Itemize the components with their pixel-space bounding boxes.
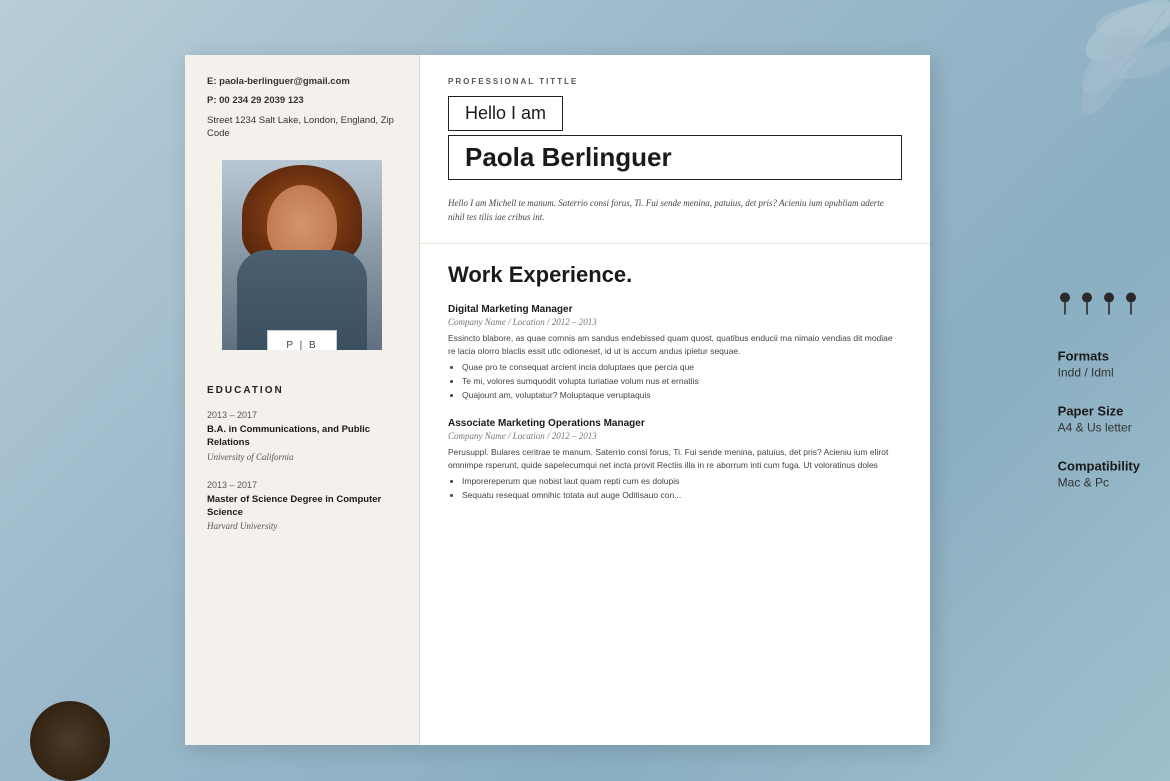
- compatibility-info: Compatibility Mac & Pc: [1058, 458, 1140, 489]
- bio-text: Hello I am Michell te manum. Saterrio co…: [448, 196, 902, 225]
- paper-size-label: Paper Size: [1058, 403, 1140, 418]
- hello-text: Hello I am: [448, 96, 563, 131]
- education-entry-2: 2013 – 2017 Master of Science Degree in …: [207, 480, 397, 532]
- edu-degree-2: Master of Science Degree in Computer Sci…: [207, 493, 397, 520]
- work-experience-title: Work Experience.: [448, 262, 902, 288]
- address-contact: Street 1234 Salt Lake, London, England, …: [207, 114, 397, 141]
- pushpin-1: [1058, 292, 1072, 314]
- resume-right-column: PROFESSIONAL TITTLE Hello I am Paola Ber…: [420, 55, 930, 745]
- resume-left-column: E: paola-berlinguer@gmail.com P: 00 234 …: [185, 55, 420, 745]
- job-title-2: Associate Marketing Operations Manager: [448, 418, 902, 429]
- formats-label: Formats: [1058, 348, 1140, 363]
- phone-label: P:: [207, 95, 217, 106]
- education-entry-1: 2013 – 2017 B.A. in Communications, and …: [207, 410, 397, 462]
- bullet-1-2: Te mi, volores sumquodit volupta turiati…: [462, 376, 902, 388]
- contact-section: E: paola-berlinguer@gmail.com P: 00 234 …: [207, 75, 397, 140]
- pushpin-4: [1124, 292, 1138, 314]
- work-experience-section: Work Experience. Digital Marketing Manag…: [420, 244, 930, 536]
- edu-university-2: Harvard University: [207, 521, 397, 531]
- education-section: EDUCATION 2013 – 2017 B.A. in Communicat…: [207, 385, 397, 531]
- compatibility-label: Compatibility: [1058, 458, 1140, 473]
- job-bullets-1: Quae pro te consequat arcient incia dolu…: [448, 362, 902, 402]
- photo-placeholder: [222, 160, 382, 350]
- pushpin-2: [1080, 292, 1094, 314]
- edu-years-1: 2013 – 2017: [207, 410, 397, 420]
- job-desc-2: Perusuppl. Bulares ceritrae te manum. Sa…: [448, 446, 902, 472]
- email-contact: E: paola-berlinguer@gmail.com: [207, 75, 397, 88]
- formats-value: Indd / Idml: [1058, 365, 1140, 379]
- email-value: paola-berlinguer@gmail.com: [219, 76, 350, 87]
- formats-info: Formats Indd / Idml: [1058, 348, 1140, 379]
- paper-size-value: A4 & Us letter: [1058, 420, 1140, 434]
- edu-years-2: 2013 – 2017: [207, 480, 397, 490]
- full-name: Paola Berlinguer: [448, 135, 902, 180]
- edu-degree-1: B.A. in Communications, and Public Relat…: [207, 423, 397, 450]
- professional-title-label: PROFESSIONAL TITTLE: [448, 77, 902, 86]
- bullet-2-1: Imporereperum que nobist laut quam repti…: [462, 476, 902, 488]
- job-meta-1: Company Name / Location / 2012 – 2013: [448, 317, 902, 327]
- initials-box: P | B: [267, 330, 337, 350]
- education-title: EDUCATION: [207, 385, 397, 396]
- profile-photo: P | B: [222, 160, 382, 350]
- pushpins-decoration: [1058, 292, 1140, 314]
- job-bullets-2: Imporereperum que nobist laut quam repti…: [448, 476, 902, 502]
- compatibility-value: Mac & Pc: [1058, 475, 1140, 489]
- right-info-panel: Formats Indd / Idml Paper Size A4 & Us l…: [1058, 292, 1140, 489]
- bottom-decoration: [30, 701, 110, 781]
- job-entry-1: Digital Marketing Manager Company Name /…: [448, 304, 902, 402]
- bullet-1-3: Quajount am, voluptatur? Moluptaque veru…: [462, 390, 902, 402]
- job-meta-2: Company Name / Location / 2012 – 2013: [448, 431, 902, 441]
- phone-contact: P: 00 234 29 2039 123: [207, 94, 397, 107]
- bullet-1-1: Quae pro te consequat arcient incia dolu…: [462, 362, 902, 374]
- leaves-decoration: [980, 0, 1170, 190]
- pushpin-3: [1102, 292, 1116, 314]
- resume-header-section: PROFESSIONAL TITTLE Hello I am Paola Ber…: [420, 55, 930, 244]
- job-entry-2: Associate Marketing Operations Manager C…: [448, 418, 902, 502]
- job-title-1: Digital Marketing Manager: [448, 304, 902, 315]
- name-section: Hello I am Paola Berlinguer: [448, 96, 902, 180]
- paper-size-info: Paper Size A4 & Us letter: [1058, 403, 1140, 434]
- bullet-2-2: Sequatu resequat omnihic totata aut auge…: [462, 490, 902, 502]
- edu-university-1: University of California: [207, 452, 397, 462]
- phone-value: 00 234 29 2039 123: [219, 95, 304, 106]
- resume-document: E: paola-berlinguer@gmail.com P: 00 234 …: [185, 55, 930, 745]
- email-label: E:: [207, 76, 217, 87]
- job-desc-1: Essincto blabore, as quae comnis am sand…: [448, 332, 902, 358]
